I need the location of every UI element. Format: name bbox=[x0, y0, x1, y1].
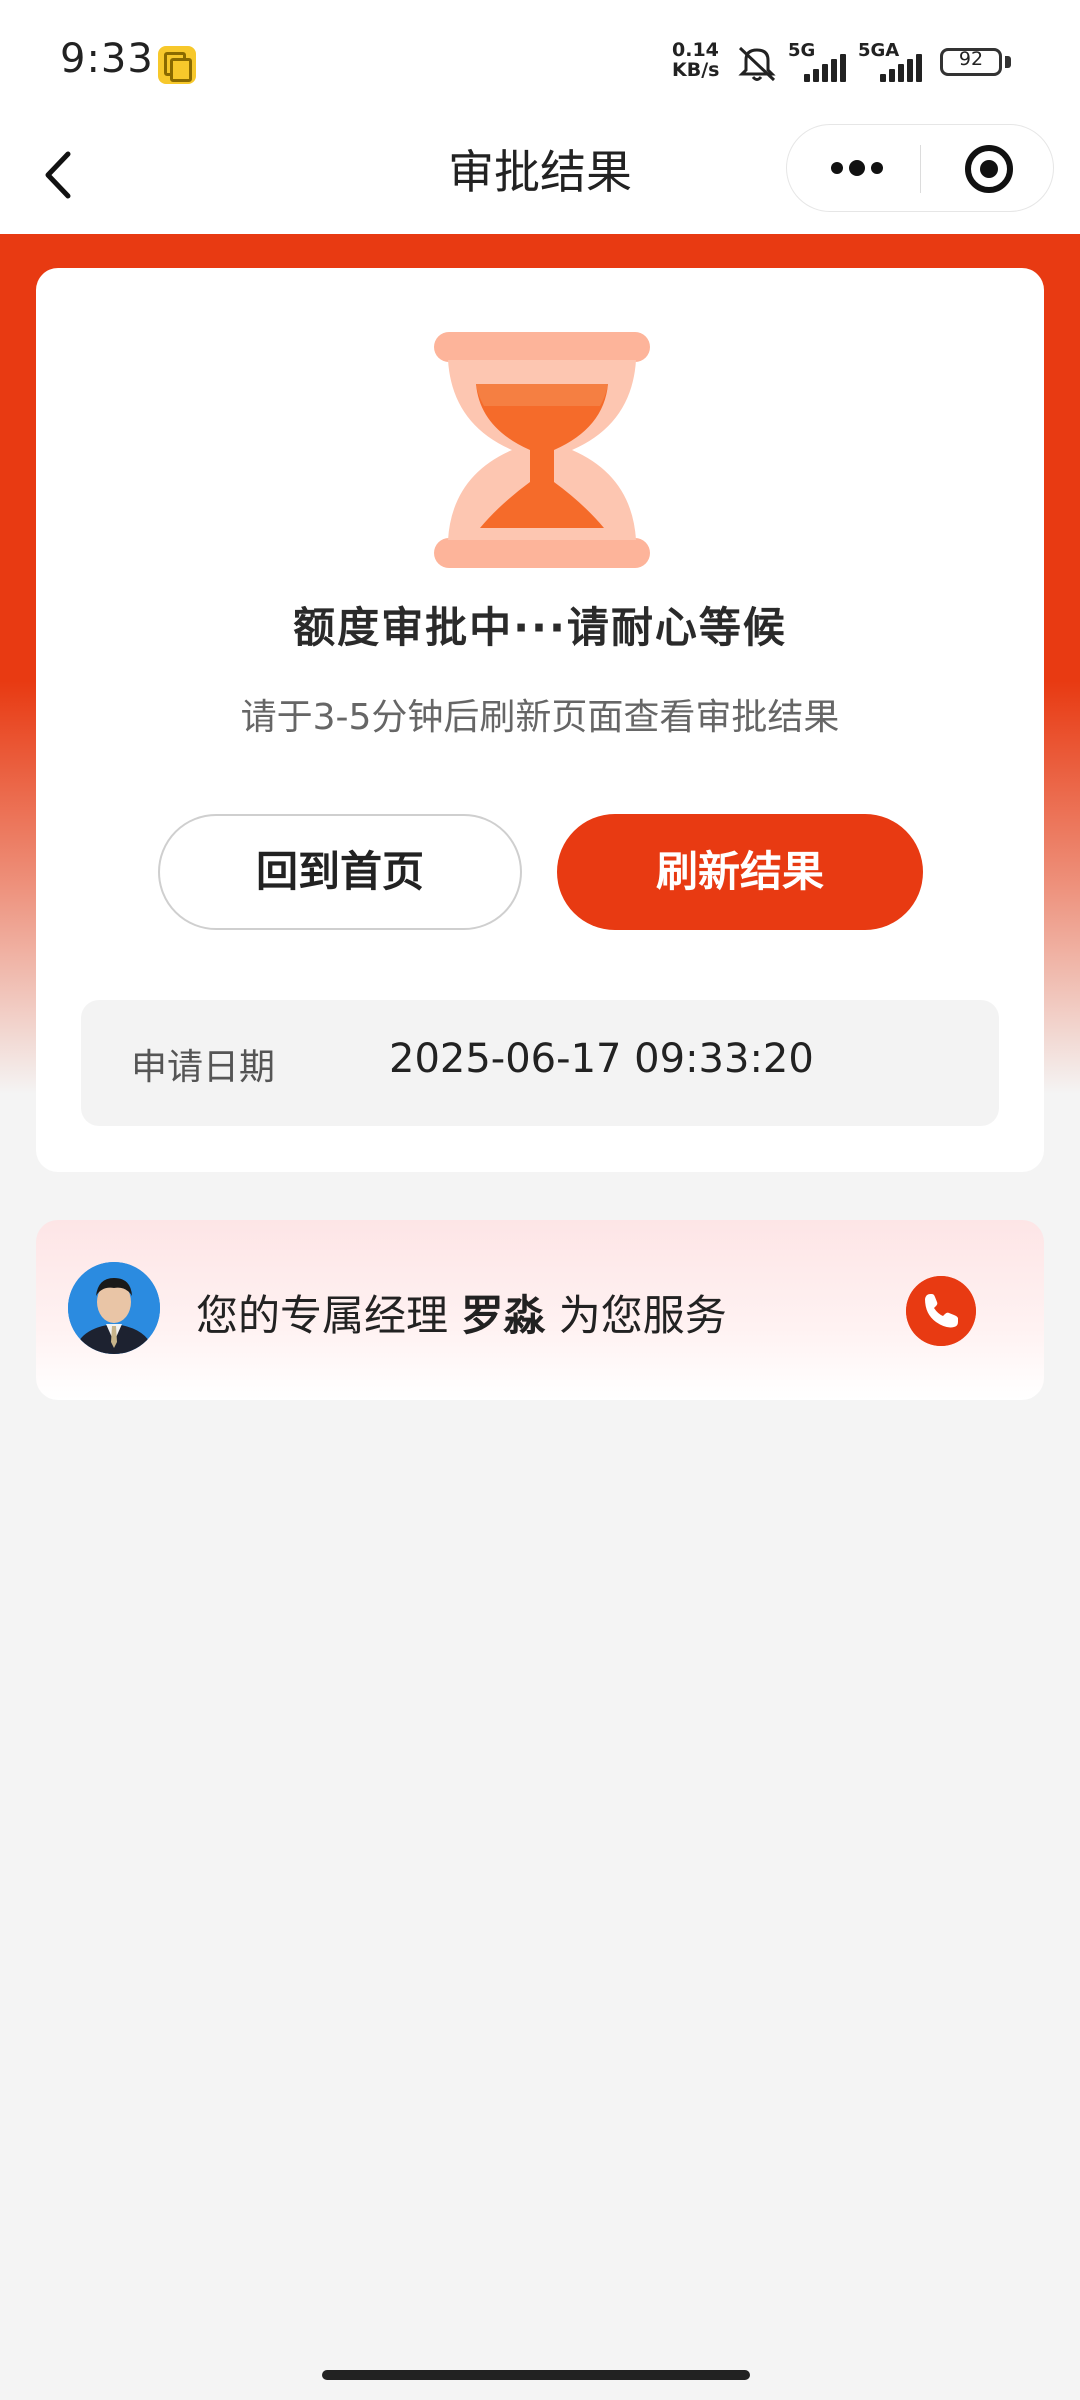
hourglass-icon bbox=[434, 332, 650, 568]
manager-name: 罗淼 bbox=[461, 1291, 546, 1340]
refresh-result-button[interactable]: 刷新结果 bbox=[557, 814, 923, 930]
more-icon[interactable] bbox=[825, 155, 889, 183]
battery-icon: 92 bbox=[940, 48, 1002, 76]
network-speed-value: 0.14 bbox=[672, 39, 719, 61]
signal-sim1-icon: 5G bbox=[788, 38, 852, 84]
manager-text-suffix: 为您服务 bbox=[545, 1291, 727, 1340]
application-date-value: 2025-06-17 09:33:20 bbox=[389, 1036, 814, 1082]
phone-icon[interactable] bbox=[906, 1276, 976, 1346]
home-indicator[interactable] bbox=[322, 2370, 750, 2380]
manager-service-text: 您的专属经理 罗淼 为您服务 bbox=[196, 1282, 727, 1343]
status-bar: 9:33 0.14 KB/s 5G 5GA 92 bbox=[0, 0, 1080, 120]
network-speed-unit: KB/s bbox=[672, 59, 720, 81]
approval-status-subtitle: 请于3-5分钟后刷新页面查看审批结果 bbox=[240, 697, 840, 738]
approval-card: 额度审批中···请耐心等候 请于3-5分钟后刷新页面查看审批结果 回到首页 刷新… bbox=[36, 268, 1044, 1172]
application-date-label: 申请日期 bbox=[131, 1047, 276, 1088]
network-speed: 0.14 KB/s bbox=[672, 40, 719, 80]
sim1-label: 5G bbox=[788, 40, 816, 61]
sim2-label: 5GA bbox=[858, 40, 900, 61]
manager-avatar bbox=[68, 1262, 160, 1354]
back-to-home-button[interactable]: 回到首页 bbox=[158, 814, 522, 930]
approval-status-title: 额度审批中···请耐心等候 bbox=[293, 603, 787, 652]
mini-program-capsule bbox=[786, 124, 1054, 212]
application-date-row: 申请日期 2025-06-17 09:33:20 bbox=[81, 1000, 999, 1126]
nav-bar: 审批结果 bbox=[0, 120, 1080, 234]
target-icon[interactable] bbox=[965, 145, 1013, 193]
notification-app-icon bbox=[158, 46, 196, 84]
capsule-divider bbox=[920, 145, 921, 193]
back-icon[interactable] bbox=[30, 140, 90, 210]
battery-tip bbox=[1005, 56, 1011, 68]
signal-sim2-icon: 5GA bbox=[858, 38, 928, 84]
battery-level: 92 bbox=[958, 48, 984, 70]
bell-muted-icon bbox=[738, 46, 776, 82]
manager-text-prefix: 您的专属经理 bbox=[196, 1291, 462, 1340]
status-time: 9:33 bbox=[60, 36, 154, 82]
manager-card: 您的专属经理 罗淼 为您服务 bbox=[36, 1220, 1044, 1400]
